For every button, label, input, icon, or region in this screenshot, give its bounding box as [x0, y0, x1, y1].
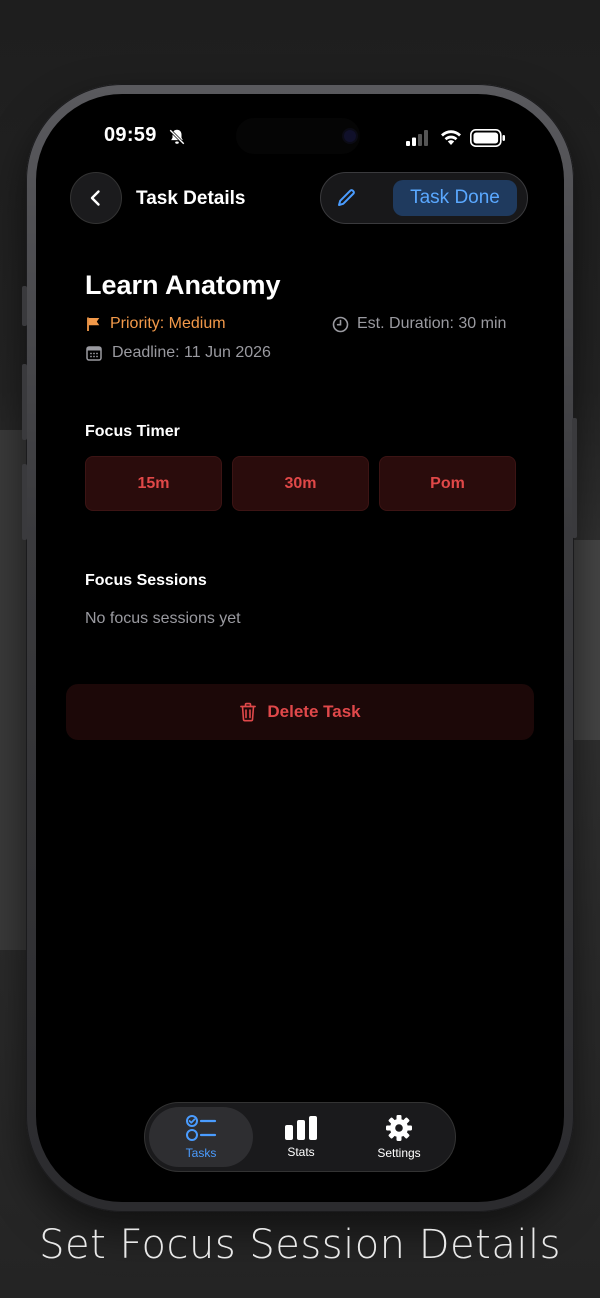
deadline-text: Deadline: 11 Jun 2026 — [112, 344, 271, 361]
chevron-left-icon — [90, 190, 100, 206]
focus-timer-heading: Focus Timer — [85, 423, 180, 440]
trash-icon — [240, 702, 257, 722]
header-actions: Task Done — [320, 172, 528, 224]
bell-slash-icon — [169, 129, 185, 145]
camera-icon — [344, 130, 356, 142]
gear-icon — [386, 1115, 412, 1141]
flag-icon — [87, 317, 100, 331]
page-title: Task Details — [136, 188, 246, 209]
marketing-caption: Set Focus Session Details — [39, 1222, 561, 1268]
empty-sessions-text: No focus sessions yet — [85, 610, 241, 627]
focus-timer-options: 15m 30m Pom — [85, 456, 516, 511]
power-button — [572, 418, 577, 538]
back-button[interactable] — [70, 172, 122, 224]
task-title: Learn Anatomy — [85, 270, 281, 300]
timer-pomodoro-button[interactable]: Pom — [379, 456, 516, 511]
action-button — [22, 286, 27, 326]
delete-task-button[interactable]: Delete Task — [66, 684, 534, 740]
cellular-signal-icon — [406, 130, 428, 146]
duration-row: Est. Duration: 30 min — [332, 315, 506, 333]
battery-icon — [470, 129, 505, 147]
wifi-icon — [441, 130, 461, 145]
tasks-list-icon — [186, 1115, 217, 1141]
volume-down-button — [22, 464, 27, 540]
duration-text: Est. Duration: 30 min — [357, 315, 507, 332]
tab-stats-label: Stats — [287, 1145, 315, 1159]
timer-30m-button[interactable]: 30m — [232, 456, 369, 511]
volume-up-button — [22, 364, 27, 440]
clock-icon — [332, 316, 349, 332]
focus-sessions-heading: Focus Sessions — [85, 572, 207, 589]
task-done-button[interactable]: Task Done — [393, 180, 517, 216]
priority-text: Priority: Medium — [110, 315, 226, 332]
tab-settings[interactable]: Settings — [347, 1107, 451, 1167]
delete-task-label: Delete Task — [267, 702, 361, 721]
tab-stats[interactable]: Stats — [249, 1107, 353, 1167]
calendar-icon — [86, 346, 102, 361]
dynamic-island — [236, 118, 360, 154]
tab-settings-label: Settings — [377, 1146, 421, 1160]
tab-tasks-label: Tasks — [185, 1146, 217, 1160]
timer-15m-button[interactable]: 15m — [85, 456, 222, 511]
priority-row: Priority: Medium — [86, 315, 226, 333]
pencil-icon[interactable] — [335, 187, 357, 209]
status-time: 09:59 — [104, 124, 157, 146]
deadline-row: Deadline: 11 Jun 2026 — [86, 344, 271, 362]
app-screen: 09:59 Task Details Task Done Learn Anato… — [36, 94, 564, 1202]
tab-tasks[interactable]: Tasks — [149, 1107, 253, 1167]
bar-chart-icon — [285, 1116, 317, 1140]
tab-bar: Tasks Stats Settings — [144, 1102, 456, 1172]
